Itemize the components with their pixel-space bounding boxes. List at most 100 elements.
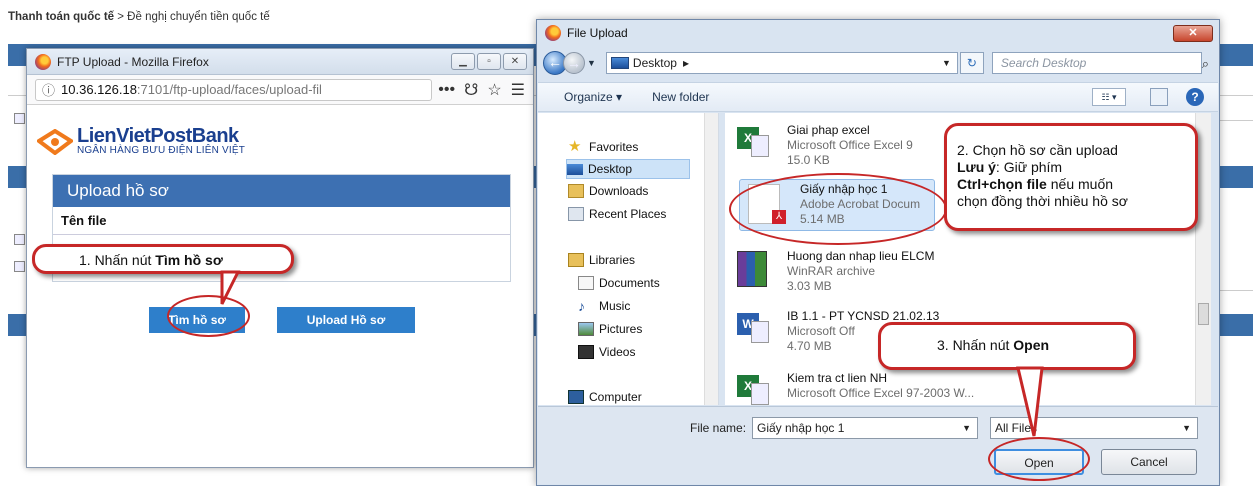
dialog-title: File Upload [567, 26, 628, 40]
tree-label: Documents [599, 276, 660, 290]
firefox-icon [545, 25, 561, 41]
dialog-toolbar: Organize ▾ New folder ☷ ▾ ? [538, 82, 1218, 112]
callout-bold: Open [1013, 337, 1050, 353]
file-name: Kiem tra ct lien NH [787, 371, 888, 385]
background-checkbox[interactable] [14, 234, 25, 245]
chevron-down-icon[interactable]: ▼ [1182, 418, 1191, 438]
address-bar-row: ⓘ 10.36.126.18:7101/ftp-upload/faces/upl… [27, 75, 533, 105]
view-options-icon[interactable]: ☷ ▾ [1092, 88, 1126, 106]
callout-text: : Giữ phím [995, 159, 1063, 175]
address-bar[interactable]: ⓘ 10.36.126.18:7101/ftp-upload/faces/upl… [35, 78, 433, 101]
filename-value: Giấy nhập học 1 [757, 421, 845, 435]
url-path: :7101/ftp-upload/faces/upload-fil [136, 82, 322, 97]
tree-item-recent-places[interactable]: Recent Places [568, 204, 666, 224]
callout-text: nếu muốn [1046, 176, 1114, 192]
bank-emblem-icon [37, 128, 73, 155]
excel-icon: X [733, 123, 773, 163]
winrar-icon [733, 249, 773, 289]
callout-bold: Tìm hồ sơ [155, 252, 223, 268]
highlight-ring [729, 173, 947, 245]
cancel-button[interactable]: Cancel [1101, 449, 1197, 475]
breadcrumb-link[interactable]: Thanh toán quốc tế [8, 11, 114, 23]
tree-item-libraries[interactable]: Libraries [568, 250, 635, 270]
file-type: WinRAR archive [787, 264, 876, 278]
excel-icon: X [733, 371, 773, 405]
maximize-button[interactable]: ▫ [477, 53, 501, 70]
navigation-tree: ★ Favorites Desktop Downloads Recent Plac… [538, 113, 719, 405]
callout-text: 3. Nhấn nút [937, 337, 1014, 353]
callout-pointer [1016, 366, 1044, 437]
panel-title: Upload hồ sơ [53, 175, 510, 207]
desktop-icon [610, 57, 629, 69]
tree-label: Downloads [589, 184, 649, 198]
bookmark-star-icon[interactable]: ☆ [487, 80, 501, 100]
breadcrumb-current: Đề nghị chuyển tiền quốc tế [127, 11, 270, 23]
background-divider [1220, 120, 1253, 121]
file-type: Microsoft Office Excel 9 [787, 138, 913, 152]
file-item[interactable]: Huong dan nhap lieu ELCM WinRAR archive 3.… [733, 249, 934, 294]
tree-label: Favorites [589, 140, 639, 154]
minimize-button[interactable]: ▁ [451, 53, 475, 70]
bank-name: LienVietPostBank [77, 125, 239, 147]
tree-label: Videos [599, 345, 636, 359]
callout-text: 1. Nhấn nút [79, 252, 156, 268]
videos-icon [578, 345, 594, 359]
address-breadcrumb[interactable]: Desktop ▸ ▼ [605, 52, 958, 74]
tree-item-documents[interactable]: Documents [578, 273, 660, 293]
computer-icon [568, 390, 584, 404]
refresh-button[interactable]: ↻ [959, 52, 984, 74]
tree-item-pictures[interactable]: Pictures [578, 319, 642, 339]
close-button[interactable]: ✕ [503, 53, 527, 70]
tree-item-favorites[interactable]: ★ Favorites [568, 137, 638, 157]
pocket-icon[interactable]: ☋ [464, 80, 478, 100]
scrollbar-thumb[interactable] [1198, 303, 1209, 325]
libraries-icon [568, 253, 584, 267]
url-host: 10.36.126.18 [61, 82, 137, 97]
upload-file-button[interactable]: Upload Hồ sơ [277, 307, 415, 333]
background-checkbox[interactable] [14, 113, 25, 124]
chevron-down-icon[interactable]: ▼ [962, 418, 971, 438]
path-chevron-icon[interactable]: ▸ [683, 56, 689, 70]
history-dropdown-icon[interactable]: ▼ [587, 58, 596, 68]
new-folder-button[interactable]: New folder [652, 90, 709, 104]
close-button[interactable]: ✕ [1173, 25, 1213, 42]
preview-pane-icon[interactable] [1150, 88, 1168, 106]
search-icon[interactable]: ⌕ [1202, 56, 1209, 72]
filename-input[interactable]: Giấy nhập học 1 ▼ [752, 417, 978, 439]
dialog-footer: File name: Giấy nhập học 1 ▼ All Files ▼ O… [538, 406, 1218, 484]
tree-label: Recent Places [589, 207, 667, 221]
breadcrumb-separator: > [114, 11, 128, 23]
filename-label: File name: [690, 421, 747, 435]
tree-item-music[interactable]: ♪ Music [578, 296, 630, 316]
path-segment[interactable]: Desktop [633, 56, 677, 70]
forward-button[interactable]: → [563, 52, 585, 74]
search-input[interactable]: Search Desktop [991, 52, 1202, 74]
page-actions-icon[interactable]: ••• [438, 81, 455, 99]
tree-item-computer[interactable]: Computer [568, 387, 642, 405]
tree-label: Pictures [599, 322, 643, 336]
downloads-icon [568, 184, 584, 198]
pictures-icon [578, 322, 594, 336]
file-item[interactable]: X Giai phap excel Microsoft Office Excel … [733, 123, 913, 168]
window-title: FTP Upload - Mozilla Firefox [57, 54, 209, 69]
help-icon[interactable]: ? [1186, 88, 1204, 106]
firefox-icon [35, 53, 51, 70]
callout-step-2: 2. Chọn hồ sơ cần upload Lưu ý: Giữ phím… [944, 123, 1198, 231]
bank-logo: LienVietPostBank NGÂN HÀNG BƯU ĐIỆN LIÊN… [37, 125, 245, 156]
menu-icon[interactable]: ☰ [511, 80, 525, 100]
path-dropdown-icon[interactable]: ▼ [942, 58, 951, 68]
tree-scrollbar[interactable] [704, 113, 718, 405]
callout-bold: Lưu ý [957, 159, 996, 175]
info-icon[interactable]: ⓘ [42, 80, 55, 99]
background-checkbox[interactable] [14, 261, 25, 272]
callout-line: 2. Chọn hồ sơ cần upload [957, 142, 1118, 158]
tree-label: Libraries [589, 253, 636, 267]
tree-item-desktop[interactable]: Desktop [566, 159, 690, 179]
tree-item-downloads[interactable]: Downloads [568, 181, 648, 201]
desktop-icon [567, 163, 583, 175]
organize-menu[interactable]: Organize ▾ [564, 90, 622, 104]
file-type: Microsoft Office Excel 97-2003 W... [787, 386, 975, 400]
file-item[interactable]: X Kiem tra ct lien NH Microsoft Office Ex… [733, 371, 974, 405]
tree-item-videos[interactable]: Videos [578, 342, 635, 362]
file-name: Giai phap excel [787, 123, 870, 137]
